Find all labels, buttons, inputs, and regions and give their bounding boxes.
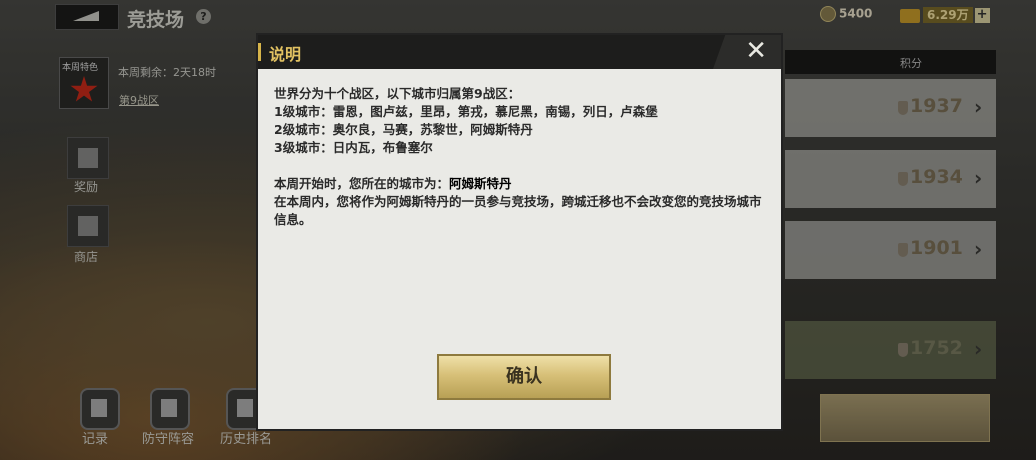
current-city-prefix: 本周开始时，您所在的城市为： (274, 176, 450, 191)
migration-note: 在本周内，您将作为阿姆斯特丹的一员参与竞技场，跨城迁移也不会改变您的竞技场城市信… (274, 194, 762, 227)
tier1-cities: 1级城市：雷恩，图卢兹，里昂，第戎，慕尼黑，南锡，列日，卢森堡 (274, 104, 658, 119)
current-city-line: 本周开始时，您所在的城市为：阿姆斯特丹 (274, 175, 770, 193)
close-icon: ✕ (745, 36, 767, 66)
info-dialog: 说明 ✕ 世界分为十个战区，以下城市归属第9战区： 1级城市：雷恩，图卢兹，里昂… (256, 33, 783, 431)
dialog-title: 说明 (269, 45, 302, 64)
current-city: 阿姆斯特丹 (449, 176, 512, 191)
title-accent-bar (258, 43, 261, 61)
tier3-cities: 3级城市：日内瓦，布鲁塞尔 (274, 140, 433, 155)
confirm-button[interactable]: 确认 (437, 354, 611, 400)
dialog-body: 世界分为十个战区，以下城市归属第9战区： 1级城市：雷恩，图卢兹，里昂，第戎，慕… (274, 85, 770, 229)
close-button[interactable]: ✕ (713, 35, 781, 69)
tier2-cities: 2级城市：奥尔良，马赛，苏黎世，阿姆斯特丹 (274, 122, 533, 137)
dialog-header: 说明 ✕ (258, 35, 781, 69)
zone-description: 世界分为十个战区，以下城市归属第9战区： (274, 86, 521, 101)
